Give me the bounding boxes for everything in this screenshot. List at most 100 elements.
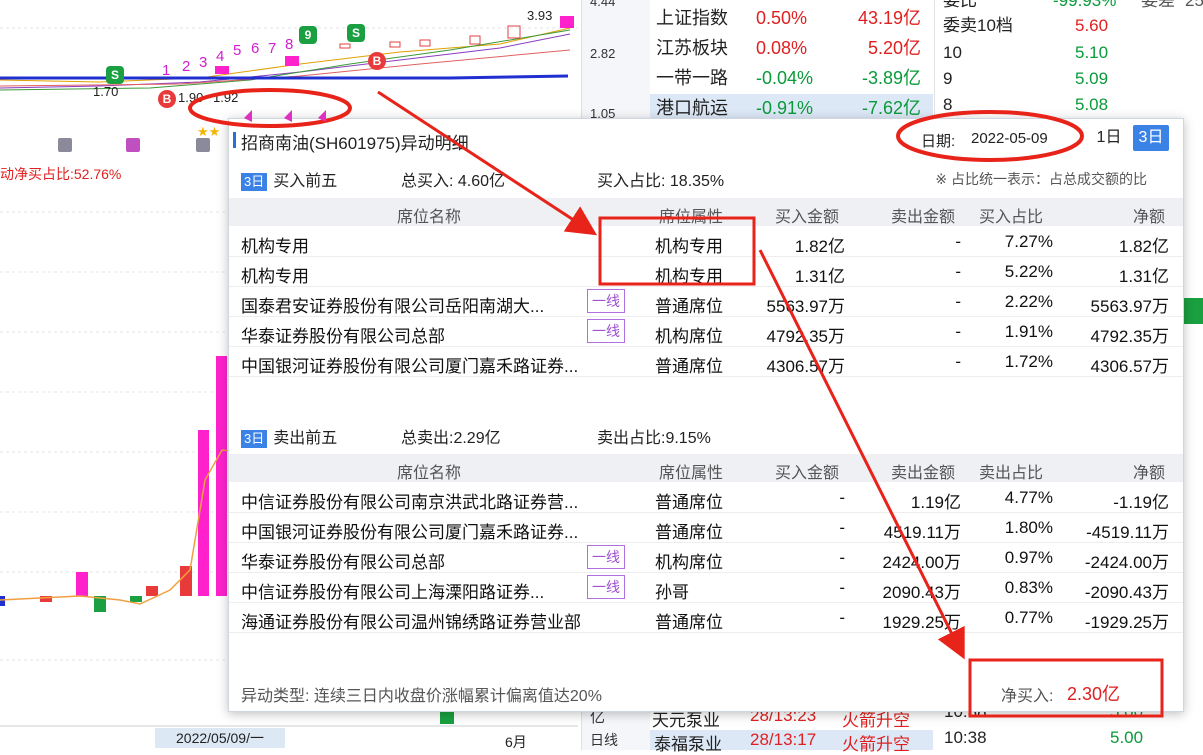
buy-table-row[interactable]: 国泰君安证券股份有限公司岳阳南湖大... 普通席位 5563.97万 - 2.22% 55… xyxy=(229,286,1183,317)
net-amount: 4792.35万 xyxy=(1090,327,1169,346)
seat-name: 机构专用 xyxy=(241,267,309,286)
axis-mid-label: 2.82 xyxy=(590,46,616,61)
seat-attr: 机构专用 xyxy=(655,237,723,256)
ask10-header: 委卖10档 5.60 xyxy=(935,13,1203,39)
sell-table-row[interactable]: 中信证券股份有限公司上海溧阳路证券... 孙哥 -2090.43万 0.83% -209… xyxy=(229,572,1183,603)
count-label-3: 3 xyxy=(199,54,208,71)
seat-attr: 普通席位 xyxy=(655,493,723,512)
date-picker[interactable]: 2022-05-09 xyxy=(971,130,1048,147)
abnormal-type-label: 异动类型: 连续三日内收盘价涨幅累计偏离值达20% xyxy=(241,688,602,705)
tick-price: 5.00 xyxy=(1110,728,1144,747)
net-buy-value: 2.30亿 xyxy=(1067,684,1121,704)
seat-attr: 机构席位 xyxy=(655,327,723,346)
count-label-2: 2 xyxy=(182,58,191,75)
sell-amount: 1.19亿 xyxy=(910,493,961,512)
sell-table-row[interactable]: 中信证券股份有限公司南京洪武北路证券营... 普通席位 -1.19亿 4.77% -1.… xyxy=(229,482,1183,513)
ask-price: 5.10 xyxy=(1075,43,1109,62)
first-line-tag[interactable]: 一线 xyxy=(587,289,625,313)
net-amount: 4306.57万 xyxy=(1090,357,1169,376)
sell-table-row[interactable]: 华泰证券股份有限公司总部 机构席位 -2424.00万 0.97% -2424.00万一… xyxy=(229,542,1183,573)
ask-row[interactable]: 10 5.10 xyxy=(935,40,1203,66)
alert-time: 28/13:17 xyxy=(750,730,817,749)
net-buy-ratio-label: 动净买占比:52.76% xyxy=(0,166,122,182)
index-row[interactable]: 上证指数 0.50% 43.19亿 xyxy=(650,4,933,32)
order-book: 委比 -99.93% 委差 25 委卖10档 5.60 10 5.10 9 5.… xyxy=(934,0,1203,118)
ask10-title: 委卖10档 xyxy=(943,16,1013,35)
ratio-value: 4.77% xyxy=(1004,488,1053,507)
sell-table-row[interactable]: 海通证券股份有限公司温州锦绣路证券营业部 普通席位 -1929.25万 0.77% -1… xyxy=(229,602,1183,633)
range-1d-button[interactable]: 1日 xyxy=(1091,125,1127,151)
buy-signal-badge-2[interactable]: B xyxy=(368,52,386,70)
sell-amount: 4519.11万 xyxy=(883,523,961,542)
ratio-value: 7.27% xyxy=(1004,232,1053,251)
count-label-5: 5 xyxy=(233,42,242,59)
buy-table-row[interactable]: 中国银河证券股份有限公司厦门嘉禾路证券... 普通席位 4306.57万 - 1.72%… xyxy=(229,346,1183,377)
col-sell-amount: 卖出金额 xyxy=(891,209,956,226)
index-name: 上证指数 xyxy=(656,8,728,28)
order-diff-value: 25 xyxy=(1185,0,1203,10)
ask-price: 5.08 xyxy=(1075,95,1109,114)
seat-attr: 普通席位 xyxy=(655,613,723,632)
month-label: 6月 xyxy=(505,734,527,750)
sell-section-title: 3日 卖出前五 xyxy=(241,424,337,448)
col-sell-ratio: 卖出占比 xyxy=(979,465,1044,482)
alert-stock-name[interactable]: 泰福泵业 xyxy=(654,730,722,755)
buy-table-row[interactable]: 机构专用 机构专用 1.31亿 - 5.22% 1.31亿 xyxy=(229,256,1183,287)
seat-attr: 机构专用 xyxy=(655,267,723,286)
col-seat-attr: 席位属性 xyxy=(659,465,724,482)
buy-section-header: 3日 买入前五 总买入: 4.60亿 买入占比: 18.35% ※ 占比统一表示：… xyxy=(241,167,1171,191)
buy-amount: - xyxy=(839,518,845,537)
price-low-label-3: 1.92 xyxy=(213,90,239,105)
seat-attr: 普通席位 xyxy=(655,357,723,376)
sell-signal-badge[interactable]: S xyxy=(106,66,124,84)
index-panel: 上证指数 0.50% 43.19亿 江苏板块 0.08% 5.20亿 一带一路 … xyxy=(650,0,933,122)
seat-name: 中国银河证券股份有限公司厦门嘉禾路证券... xyxy=(241,523,579,542)
ratio-value: 2.22% xyxy=(1004,292,1053,311)
side-green-marker xyxy=(1183,298,1203,324)
net-amount: -4519.11万 xyxy=(1086,523,1169,542)
col-buy-amount: 买入金额 xyxy=(775,209,840,226)
buy-signal-badge[interactable]: B xyxy=(158,90,176,108)
buy-table-row[interactable]: 机构专用 机构专用 1.82亿 - 7.27% 1.82亿 xyxy=(229,226,1183,257)
buy-table-row[interactable]: 华泰证券股份有限公司总部 机构席位 4792.35万 - 1.91% 4792.35万 一线 xyxy=(229,316,1183,347)
buy-amount: 1.31亿 xyxy=(794,267,845,286)
buy-amount: 1.82亿 xyxy=(794,237,845,256)
abnormal-detail-popup[interactable]: 招商南油(SH601975)异动明细 日期: 2022-05-09 1日 3日 … xyxy=(228,118,1184,712)
index-row[interactable]: 一带一路 -0.04% -3.89亿 xyxy=(650,64,933,92)
order-ratio-row: 委比 -99.93% 委差 25 xyxy=(935,0,1203,14)
sell-top5-label: 卖出前五 xyxy=(273,430,338,447)
seat-name: 华泰证券股份有限公司总部 xyxy=(241,553,445,572)
sell-amount: - xyxy=(955,232,961,251)
nine-signal-badge[interactable]: 9 xyxy=(299,26,317,44)
index-amount: -3.89亿 xyxy=(861,68,921,88)
buy-amount: - xyxy=(839,578,845,597)
ask-row[interactable]: 9 5.09 xyxy=(935,66,1203,92)
index-change: -0.04% xyxy=(756,68,814,88)
index-row[interactable]: 江苏板块 0.08% 5.20亿 xyxy=(650,34,933,62)
ask-row[interactable]: 8 5.08 xyxy=(935,92,1203,118)
alert-status: 火箭升空 xyxy=(842,735,910,754)
buy-amount: 4306.57万 xyxy=(766,357,845,376)
first-line-tag[interactable]: 一线 xyxy=(587,545,625,569)
col-seat-name: 席位名称 xyxy=(397,465,462,482)
index-amount: 43.19亿 xyxy=(857,8,921,28)
first-line-tag[interactable]: 一线 xyxy=(587,319,625,343)
sell-signal-badge-2[interactable]: S xyxy=(347,24,365,42)
col-seat-name: 席位名称 xyxy=(397,209,462,226)
index-name: 江苏板块 xyxy=(656,38,728,58)
cursor-date-label: 2022/05/09/一 xyxy=(155,728,285,748)
sell-amount: 2090.43万 xyxy=(882,583,961,602)
ask-level: 10 xyxy=(943,43,962,62)
seat-name: 海通证券股份有限公司温州锦绣路证券营业部 xyxy=(241,613,581,632)
range-3d-button[interactable]: 3日 xyxy=(1133,125,1169,151)
seat-attr: 普通席位 xyxy=(655,297,723,316)
order-diff-label: 委差 xyxy=(1141,0,1175,10)
sell-amount: - xyxy=(955,292,961,311)
seat-attr: 普通席位 xyxy=(655,523,723,542)
first-line-tag[interactable]: 一线 xyxy=(587,575,625,599)
period-button[interactable]: 日线 xyxy=(590,730,618,750)
order-ratio-label: 委比 xyxy=(943,0,977,10)
sell-table-row[interactable]: 中国银河证券股份有限公司厦门嘉禾路证券... 普通席位 -4519.11万 1.80%… xyxy=(229,512,1183,543)
seat-name: 华泰证券股份有限公司总部 xyxy=(241,327,445,346)
ratio-value: 0.77% xyxy=(1004,608,1053,627)
